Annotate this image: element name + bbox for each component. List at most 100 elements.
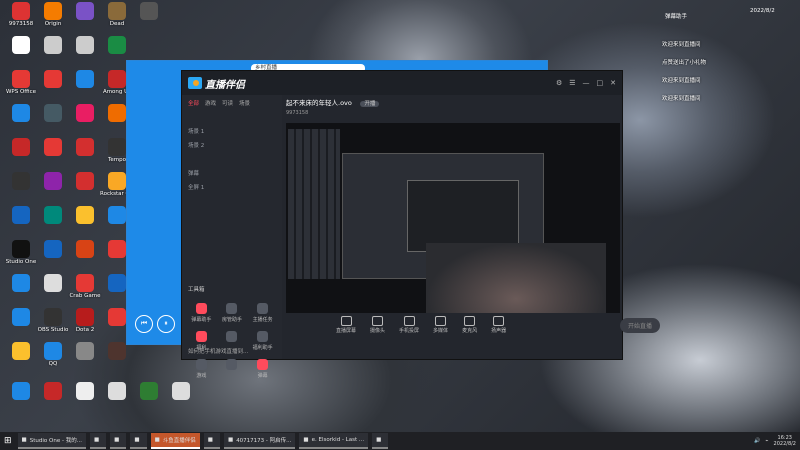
- menu-icon[interactable]: ☰: [569, 79, 575, 87]
- desktop-icon[interactable]: [68, 70, 102, 89]
- settings-icon[interactable]: ⚙: [556, 79, 562, 87]
- tool-item[interactable]: 主播任务: [247, 303, 278, 323]
- scene-tab[interactable]: 可读: [222, 99, 233, 107]
- desktop-icon[interactable]: [36, 104, 70, 123]
- desktop-icon[interactable]: [36, 172, 70, 191]
- desktop-icon[interactable]: [164, 382, 198, 401]
- stream-title[interactable]: 起不来床的年轻人.ovo: [286, 99, 352, 107]
- app-icon: [76, 36, 94, 54]
- tool-label: 房管助手: [221, 317, 242, 323]
- desktop-icon[interactable]: [4, 172, 38, 191]
- help-tip[interactable]: 如何把手机游戏直播到...: [188, 347, 248, 355]
- source-control[interactable]: 摄像头: [370, 316, 385, 334]
- desktop-icon[interactable]: [36, 240, 70, 259]
- close-icon[interactable]: ✕: [610, 79, 616, 87]
- desktop-icon[interactable]: QQ: [36, 342, 70, 367]
- desktop-icon[interactable]: [100, 382, 134, 401]
- desktop-icon[interactable]: [4, 36, 38, 55]
- taskbar-app[interactable]: ■ 斗鱼直播伴侣: [150, 433, 200, 449]
- desktop-icon[interactable]: Dead: [100, 2, 134, 27]
- desktop-icon[interactable]: [68, 36, 102, 55]
- taskbar-app[interactable]: ■: [110, 433, 127, 449]
- desktop-icon[interactable]: [100, 36, 134, 55]
- app-logo: 直播伴侣: [188, 76, 245, 91]
- pause-icon[interactable]: ⏸: [157, 315, 175, 333]
- desktop-icon[interactable]: [4, 274, 38, 293]
- maximize-icon[interactable]: □: [597, 79, 604, 87]
- desktop-icon[interactable]: [68, 172, 102, 191]
- tool-item[interactable]: 福利助手: [247, 331, 278, 351]
- desktop-icon[interactable]: Crab Game: [68, 274, 102, 299]
- app-icon: [44, 2, 62, 20]
- scene-item[interactable]: 场景 1: [182, 125, 282, 139]
- desktop-icon[interactable]: [68, 104, 102, 123]
- tool-item[interactable]: 游戏: [186, 359, 217, 379]
- app-icon: [76, 308, 94, 326]
- taskbar-app[interactable]: ■: [372, 433, 389, 449]
- desktop-icon[interactable]: WPS Office: [4, 70, 38, 95]
- comment-feed: 欢迎来到直播间 点赞送出了小礼物 欢迎来到直播间 欢迎来到直播间: [662, 40, 780, 112]
- tool-item[interactable]: 弹幕: [247, 359, 278, 379]
- taskbar-app[interactable]: ■: [130, 433, 147, 449]
- desktop-icon[interactable]: Studio One: [4, 240, 38, 265]
- desktop-icon[interactable]: OBS Studio: [36, 308, 70, 333]
- taskbar-app[interactable]: ■ e. Elsorkid - Last ...: [299, 433, 369, 449]
- desktop-icon[interactable]: [4, 138, 38, 157]
- scene-item[interactable]: [182, 153, 282, 167]
- streaming-window[interactable]: 直播伴侣 ⚙ ☰ — □ ✕ 全部 游戏 可读 场景 场景 1 场景 2 弹幕 全屏 1 工…: [181, 70, 660, 379]
- scene-item[interactable]: 全屏 1: [182, 181, 282, 195]
- desktop-icon[interactable]: [4, 308, 38, 327]
- source-control[interactable]: 直播屏幕: [336, 316, 356, 334]
- start-icon[interactable]: ⊞: [4, 436, 12, 446]
- minimize-icon[interactable]: —: [583, 79, 590, 87]
- source-control[interactable]: 麦克风: [462, 316, 477, 334]
- taskbar-app[interactable]: ■: [89, 433, 107, 449]
- desktop-icon[interactable]: [4, 382, 38, 401]
- app-icon: [44, 382, 62, 400]
- scene-item[interactable]: [182, 111, 282, 125]
- desktop-icon[interactable]: [68, 2, 102, 21]
- scene-tab[interactable]: 全部: [188, 99, 199, 107]
- network-icon[interactable]: ⌁: [766, 438, 769, 444]
- desktop-icon[interactable]: [132, 382, 166, 401]
- taskbar-app[interactable]: ■ Studio One - 我的...: [17, 433, 86, 449]
- stream-tag[interactable]: 开播: [360, 101, 380, 107]
- desktop-icon[interactable]: [36, 274, 70, 293]
- desktop-icon[interactable]: [132, 2, 166, 21]
- tool-icon: [257, 331, 269, 342]
- scene-item[interactable]: 场景 2: [182, 139, 282, 153]
- desktop-icon[interactable]: [36, 138, 70, 157]
- scene-item[interactable]: 弹幕: [182, 167, 282, 181]
- desktop-icon[interactable]: [4, 206, 38, 225]
- scene-tab[interactable]: 场景: [239, 99, 250, 107]
- desktop-icon[interactable]: [36, 206, 70, 225]
- scene-tab[interactable]: 游戏: [205, 99, 216, 107]
- desktop-icon[interactable]: Origin: [36, 2, 70, 27]
- source-control[interactable]: 扬声器: [491, 316, 506, 334]
- source-control[interactable]: 手机投屏: [399, 316, 419, 334]
- desktop-icon[interactable]: [4, 342, 38, 361]
- desktop-icon[interactable]: [36, 36, 70, 55]
- desktop-icon[interactable]: 9973158: [4, 2, 38, 27]
- desktop-icon[interactable]: [68, 206, 102, 225]
- tool-item[interactable]: 房管助手: [217, 303, 248, 323]
- desktop-icon[interactable]: [4, 104, 38, 123]
- desktop-icon[interactable]: [68, 342, 102, 361]
- desktop-icon[interactable]: [36, 382, 70, 401]
- clock[interactable]: 16:23 2022/8/2: [774, 435, 796, 447]
- source-control[interactable]: 多媒体: [433, 316, 448, 334]
- previous-icon[interactable]: ⏮: [135, 315, 153, 333]
- tool-item[interactable]: 弹幕助手: [186, 303, 217, 323]
- start-live-button[interactable]: 开始直播: [619, 317, 660, 333]
- desktop-icon[interactable]: [68, 382, 102, 401]
- volume-icon[interactable]: 🔊: [754, 438, 760, 444]
- desktop-icon[interactable]: [36, 70, 70, 89]
- tool-item[interactable]: [217, 359, 248, 379]
- desktop-icon[interactable]: [68, 138, 102, 157]
- desktop-icon[interactable]: Dota 2: [68, 308, 102, 333]
- desktop-icon[interactable]: [68, 240, 102, 259]
- taskbar-app[interactable]: ■ 40717173 - 阿启传...: [223, 433, 296, 449]
- scene-tabs: 全部 游戏 可读 场景: [182, 95, 282, 111]
- taskbar-app[interactable]: ■: [203, 433, 220, 449]
- preview-canvas[interactable]: [286, 123, 620, 313]
